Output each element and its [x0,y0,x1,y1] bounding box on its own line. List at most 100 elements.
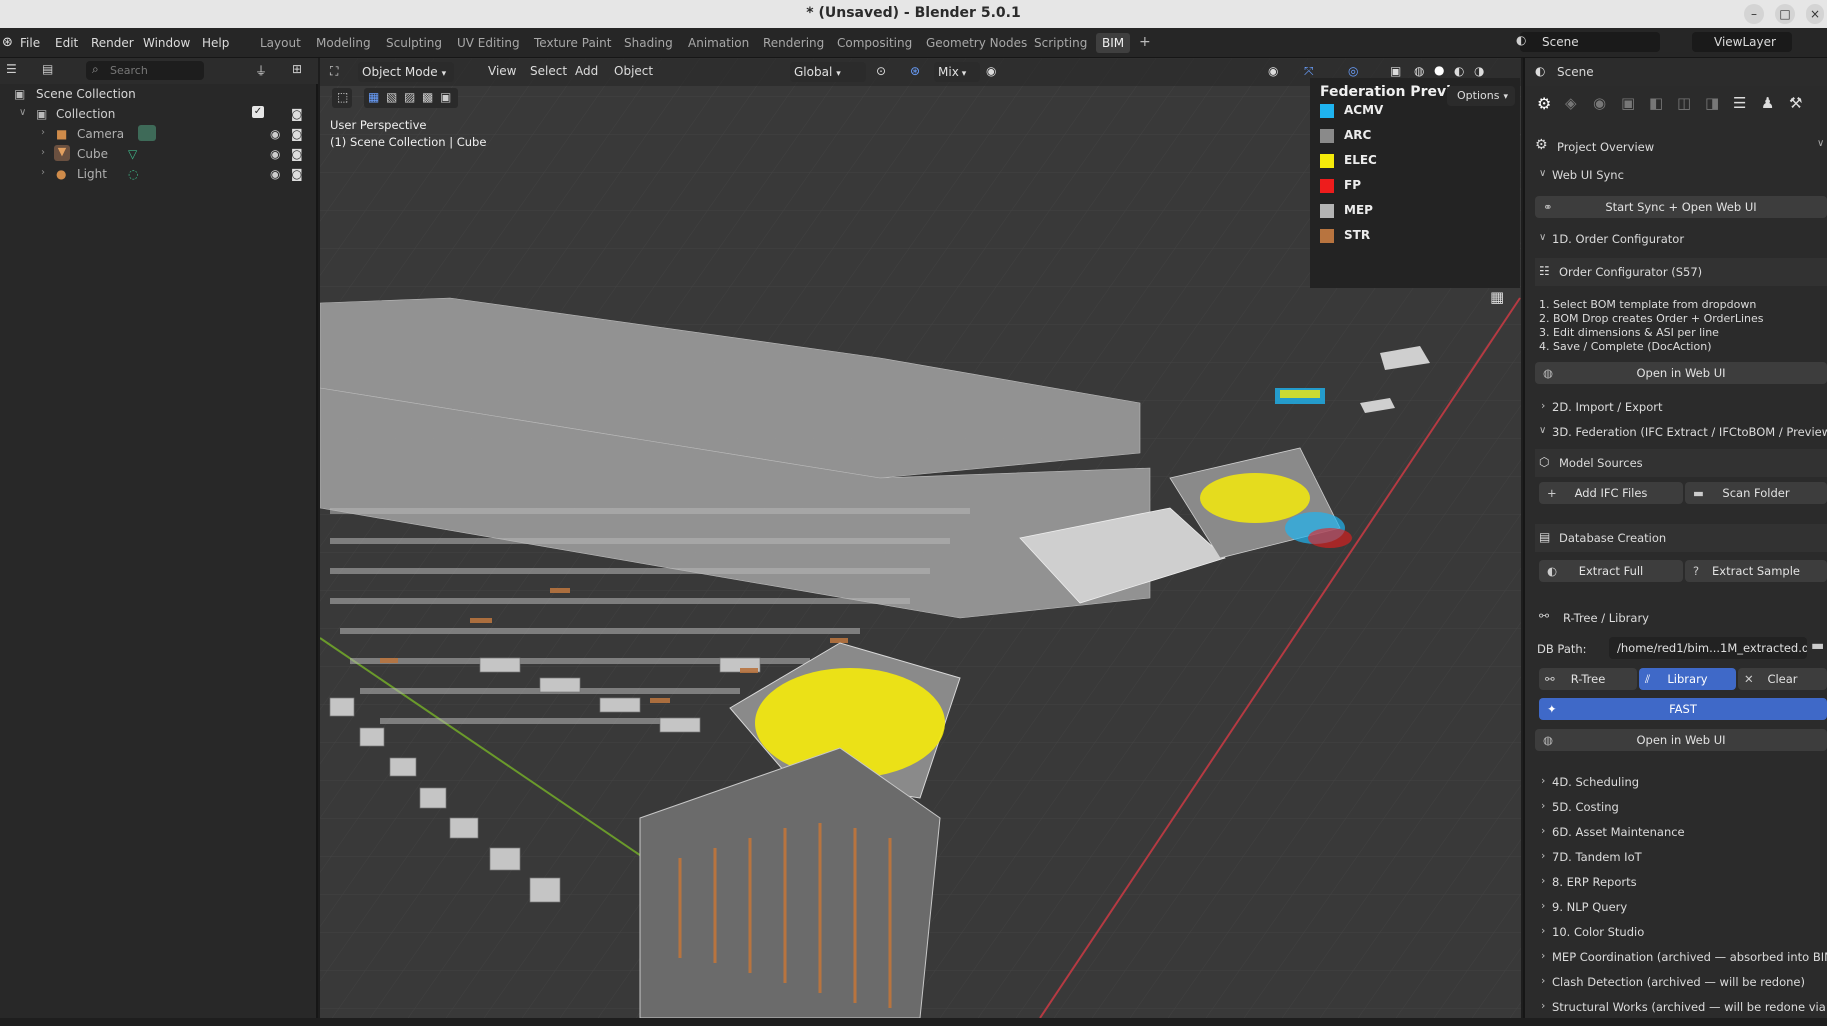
material-tab-icon[interactable]: ◉ [1593,94,1606,112]
outliner-item-light[interactable]: › ● Light ◌ ◉ ◙ [0,164,316,184]
gizmo-icon[interactable]: ⤧ [1304,64,1314,79]
add-workspace-icon[interactable]: + [1139,34,1151,50]
display-mode-icon[interactable]: ▤ [42,62,53,76]
select-invert-icon[interactable]: ▩ [422,90,433,104]
stack-tab-icon[interactable]: ☰ [1733,94,1746,112]
close-button[interactable]: × [1806,4,1824,24]
editor-type-icon[interactable]: ⛶ [330,64,338,79]
outliner-collection[interactable]: ∨ ▣ Collection ✓ ◙ [0,104,316,124]
tab-sculpting[interactable]: Sculpting [386,36,442,50]
tab-texture-paint[interactable]: Texture Paint [534,36,611,50]
wrench-tab-icon[interactable]: ⚒ [1789,94,1802,112]
outliner-scene-collection[interactable]: ▣ Scene Collection [0,84,316,104]
render-camera-icon[interactable]: ◙ [291,107,303,121]
collapsed-section[interactable]: › Structural Works (archived — will be re… [1525,996,1827,1018]
federation-section[interactable]: ∨ 3D. Federation (IFC Extract / IFCtoBOM… [1525,421,1827,443]
layer-tab-icon[interactable]: ▣ [1621,94,1635,112]
db-path-field[interactable]: /home/red1/bim...1M_extracted.db [1609,637,1807,659]
visibility-icon[interactable]: ◉ [1268,64,1278,78]
wireframe-shading-icon[interactable]: ◍ [1414,64,1424,78]
select-intersect-icon[interactable]: ▣ [440,90,451,104]
select-mode-buttons[interactable]: ▦ ▧ ▨ ▩ ▣ [364,88,458,108]
constraint-tab-icon[interactable]: ◫ [1677,94,1691,112]
start-sync-button[interactable]: ⚭ Start Sync + Open Web UI [1535,196,1827,218]
outliner-search-input[interactable]: ⌕ Search [86,61,204,80]
order-configurator-section[interactable]: ∨ 1D. Order Configurator [1525,228,1827,250]
tab-rendering[interactable]: Rendering [763,36,824,50]
solid-shading-icon[interactable]: ● [1434,63,1444,77]
filter-icon[interactable]: ⏚ [255,62,267,79]
snap-mode-dropdown[interactable]: Mix ▾ [934,62,980,82]
visibility-eye-icon[interactable]: ◉ [270,167,280,181]
chevron-down-icon[interactable]: ∨ [19,107,26,118]
chevron-right-icon[interactable]: › [41,147,45,158]
menu-object[interactable]: Object [614,64,653,78]
menu-file[interactable]: File [20,36,40,50]
modifier-tab-icon[interactable]: ◨ [1705,94,1719,112]
blender-logo-icon[interactable]: ⊛ [2,35,13,50]
fast-button[interactable]: ✦ FAST [1539,698,1827,720]
tab-compositing[interactable]: Compositing [837,36,912,50]
render-camera-icon[interactable]: ◙ [291,127,303,141]
tab-shading[interactable]: Shading [624,36,673,50]
collapsed-section[interactable]: › 6D. Asset Maintenance [1525,821,1827,843]
visibility-eye-icon[interactable]: ◉ [270,127,280,141]
collapsed-section[interactable]: › 4D. Scheduling [1525,771,1827,793]
minimize-button[interactable]: – [1744,4,1764,24]
collapsed-section[interactable]: › 8. ERP Reports [1525,871,1827,893]
render-camera-icon[interactable]: ◙ [291,147,303,161]
scene-field[interactable]: ◐ Scene [1516,32,1660,52]
maximize-button[interactable]: □ [1775,4,1795,24]
extract-full-button[interactable]: ◐ Extract Full [1539,560,1683,582]
overlays-icon[interactable]: ◎ [1348,64,1358,78]
import-export-section[interactable]: › 2D. Import / Export [1525,396,1827,418]
menu-add[interactable]: Add [575,64,598,78]
menu-select[interactable]: Select [530,64,567,78]
open-web-ui-button-2[interactable]: ◍ Open in Web UI [1535,729,1827,751]
select-extend-icon[interactable]: ▧ [386,90,397,104]
select-new-icon[interactable]: ▦ [368,90,379,104]
light-data-icon[interactable]: ◌ [128,167,138,181]
viewlayer-field[interactable]: ViewLayer [1692,32,1792,52]
rendered-shading-icon[interactable]: ◑ [1474,64,1484,78]
menu-view[interactable]: View [488,64,516,78]
proportional-edit-icon[interactable]: ◉ [986,64,996,78]
menu-edit[interactable]: Edit [55,36,78,50]
visibility-eye-icon[interactable]: ◉ [270,147,280,161]
web-ui-sync-section[interactable]: ∨ Web UI Sync [1525,164,1827,186]
outliner-item-cube[interactable]: › ▼ Cube ▽ ◉ ◙ [0,144,316,164]
extract-sample-button[interactable]: ? Extract Sample [1685,560,1827,582]
outliner-item-camera[interactable]: › ■ Camera ◉ ◙ [0,124,316,144]
collection-checkbox[interactable]: ✓ [252,106,264,118]
scan-folder-button[interactable]: ▬ Scan Folder [1685,482,1827,504]
select-subtract-icon[interactable]: ▨ [404,90,415,104]
folder-browse-icon[interactable]: ▬ [1811,638,1824,654]
project-overview-section[interactable]: ⚙ Project Overview ∨ [1525,134,1827,158]
render-camera-icon[interactable]: ◙ [291,167,303,181]
menu-window[interactable]: Window [143,36,190,50]
tab-uv-editing[interactable]: UV Editing [457,36,520,50]
pivot-icon[interactable]: ⊙ [876,64,886,78]
editor-type-icon[interactable]: ☰ [6,62,17,76]
rtree-button[interactable]: ⚯ R-Tree [1539,668,1637,690]
object-tab-icon[interactable]: ◈ [1565,94,1577,112]
bim-tab-icon[interactable]: ⚙ [1537,94,1551,113]
collapsed-section[interactable]: › 7D. Tandem IoT [1525,846,1827,868]
open-web-ui-button[interactable]: ◍ Open in Web UI [1535,362,1827,384]
mode-dropdown[interactable]: Object Mode ▾ [358,62,454,82]
add-ifc-files-button[interactable]: + Add IFC Files [1539,482,1683,504]
clear-button[interactable]: ✕ Clear [1738,668,1827,690]
camera-tab-icon[interactable]: ◧ [1649,94,1663,112]
tab-bim[interactable]: BIM [1096,33,1131,53]
camera-data-icon[interactable] [138,125,156,141]
tab-animation[interactable]: Animation [688,36,749,50]
chevron-right-icon[interactable]: › [41,127,45,138]
options-dropdown[interactable]: Options ▾ [1447,86,1515,106]
mesh-data-icon[interactable]: ▽ [128,147,137,161]
library-button[interactable]: ⫽ Library [1639,668,1736,690]
collapsed-section[interactable]: › 10. Color Studio [1525,921,1827,943]
collapsed-section[interactable]: › Clash Detection (archived — will be red… [1525,971,1827,993]
new-collection-icon[interactable]: ⊞ [292,62,302,76]
menu-help[interactable]: Help [202,36,229,50]
collapsed-section[interactable]: › 9. NLP Query [1525,896,1827,918]
